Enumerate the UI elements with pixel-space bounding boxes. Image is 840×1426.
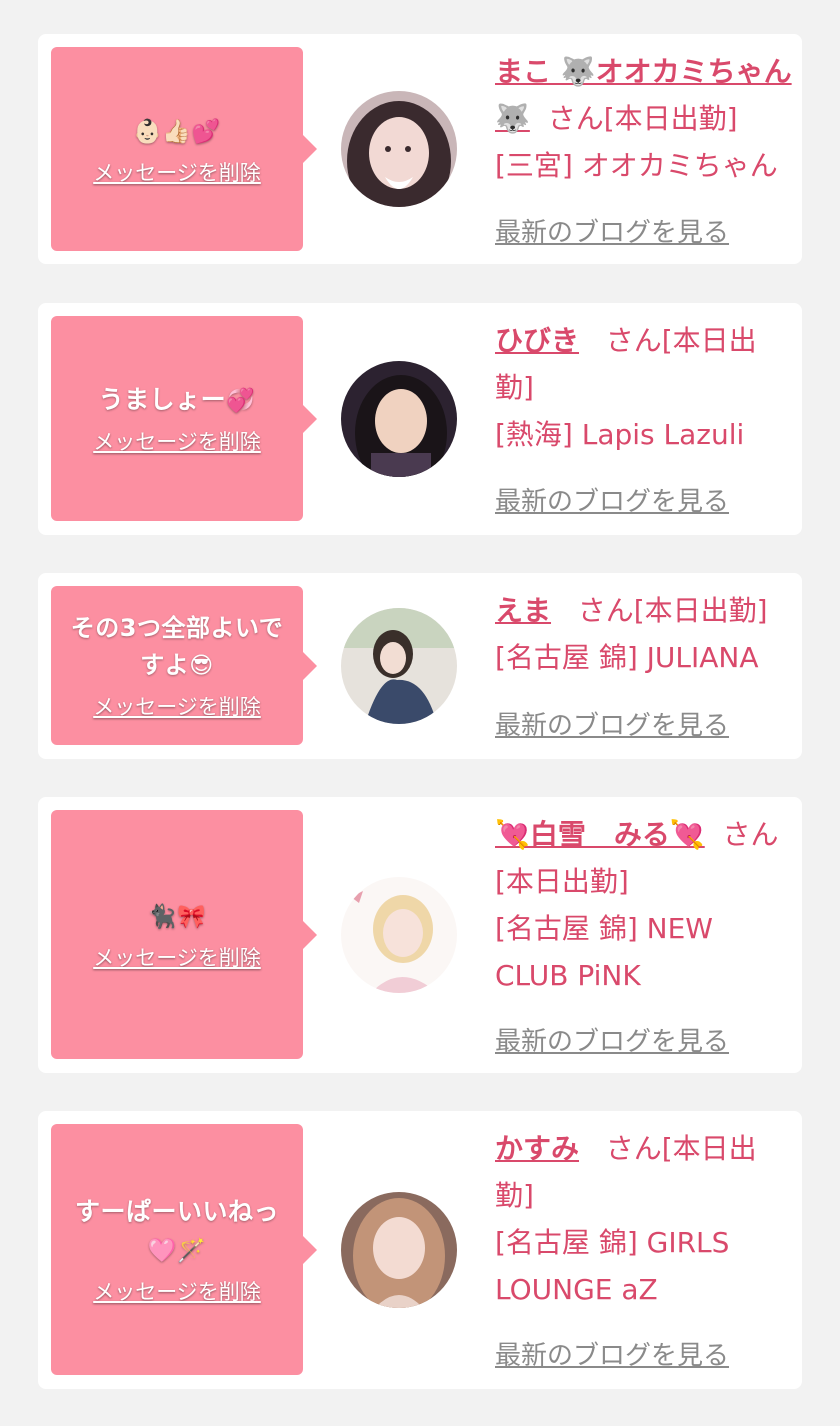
girl-name-link[interactable]: 💘白雪 みる💘 bbox=[495, 818, 705, 851]
portrait-avatar-icon bbox=[341, 361, 457, 477]
portrait-avatar-icon bbox=[341, 877, 457, 993]
location-text: [三宮] オオカミちゃん bbox=[495, 149, 778, 182]
message-body: うましょー bbox=[98, 385, 227, 414]
location-text: [名古屋 錦] NEW CLUB PiNK bbox=[495, 912, 713, 992]
delete-message-link[interactable]: メッセージを削除 bbox=[93, 942, 261, 972]
delete-message-link[interactable]: メッセージを削除 bbox=[93, 157, 261, 187]
status-suffix: さん[本日出勤] bbox=[547, 102, 738, 135]
message-body: すーぱーいいねっ bbox=[74, 1197, 279, 1226]
message-text: 🐈‍⬛🎀 bbox=[148, 897, 206, 936]
message-card: その3つ全部よいですよ😎 メッセージを削除 えま さん[本日出勤] [名古屋 錦… bbox=[38, 573, 802, 759]
entry-info: えま さん[本日出勤] [名古屋 錦] JULIANA 最新のブログを見る bbox=[495, 587, 795, 741]
avatar[interactable] bbox=[341, 877, 457, 993]
delete-message-link[interactable]: メッセージを削除 bbox=[93, 426, 261, 456]
message-card: うましょー💞 メッセージを削除 ひびき さん[本日出勤] [熱海] Lapis … bbox=[38, 303, 802, 535]
message-bubble: うましょー💞 メッセージを削除 bbox=[51, 316, 317, 521]
message-bubble: 🐈‍⬛🎀 メッセージを削除 bbox=[51, 810, 317, 1059]
message-emojis: 🐈‍⬛🎀 bbox=[147, 904, 207, 930]
portrait-avatar-icon bbox=[341, 1192, 457, 1308]
latest-blog-link[interactable]: 最新のブログを見る bbox=[495, 1333, 729, 1380]
message-card: 👶🏻👍🏻💕 メッセージを削除 まこ 🐺オオカミちゃん🐺 さん[本日出勤] [三宮… bbox=[38, 34, 802, 264]
message-bubble: すーぱーいいねっ 🩷🪄 メッセージを削除 bbox=[51, 1124, 317, 1375]
portrait-avatar-icon bbox=[341, 608, 457, 724]
message-text: うましょー💞 bbox=[99, 381, 256, 420]
message-bubble: 👶🏻👍🏻💕 メッセージを削除 bbox=[51, 47, 317, 251]
entry-info: ひびき さん[本日出勤] [熱海] Lapis Lazuli 最新のブログを見る bbox=[495, 317, 795, 517]
message-body: その3つ全部よいですよ bbox=[70, 614, 284, 679]
location-text: [名古屋 錦] JULIANA bbox=[495, 641, 759, 674]
message-card: 🐈‍⬛🎀 メッセージを削除 💘白雪 みる💘 さん[本日出勤] [名古屋 錦] N… bbox=[38, 797, 802, 1073]
status-suffix: さん[本日出勤] bbox=[577, 594, 768, 627]
avatar[interactable] bbox=[341, 361, 457, 477]
entry-info: かすみ さん[本日出勤] [名古屋 錦] GIRLS LOUNGE aZ 最新の… bbox=[495, 1125, 795, 1371]
latest-blog-link[interactable]: 最新のブログを見る bbox=[495, 479, 729, 526]
message-text: 👶🏻👍🏻💕 bbox=[133, 112, 220, 151]
delete-message-link[interactable]: メッセージを削除 bbox=[93, 1276, 261, 1306]
latest-blog-link[interactable]: 最新のブログを見る bbox=[495, 703, 729, 750]
message-emojis: 😎 bbox=[189, 653, 214, 679]
message-card: すーぱーいいねっ 🩷🪄 メッセージを削除 かすみ さん[本日出勤] [名古屋 錦]… bbox=[38, 1111, 802, 1389]
message-text: すーぱーいいねっ 🩷🪄 bbox=[75, 1193, 279, 1270]
message-emojis: 💞 bbox=[226, 388, 256, 414]
avatar[interactable] bbox=[341, 91, 457, 207]
latest-blog-link[interactable]: 最新のブログを見る bbox=[495, 1019, 729, 1066]
girl-name-link[interactable]: ひびき bbox=[495, 324, 579, 357]
entry-info: まこ 🐺オオカミちゃん🐺 さん[本日出勤] [三宮] オオカミちゃん 最新のブロ… bbox=[495, 48, 795, 248]
message-emojis: 🩷🪄 bbox=[147, 1238, 207, 1264]
message-bubble: その3つ全部よいですよ😎 メッセージを削除 bbox=[51, 586, 317, 745]
message-emojis: 👶🏻👍🏻💕 bbox=[133, 118, 221, 145]
location-text: [熱海] Lapis Lazuli bbox=[495, 418, 745, 451]
avatar[interactable] bbox=[341, 608, 457, 724]
girl-name-link[interactable]: かすみ bbox=[495, 1132, 579, 1165]
delete-message-link[interactable]: メッセージを削除 bbox=[93, 691, 261, 721]
location-text: [名古屋 錦] GIRLS LOUNGE aZ bbox=[495, 1226, 730, 1306]
entry-info: 💘白雪 みる💘 さん[本日出勤] [名古屋 錦] NEW CLUB PiNK 最… bbox=[495, 811, 795, 1057]
latest-blog-link[interactable]: 最新のブログを見る bbox=[495, 210, 729, 257]
avatar[interactable] bbox=[341, 1192, 457, 1308]
girl-name-link[interactable]: えま bbox=[495, 594, 551, 627]
portrait-avatar-icon bbox=[341, 91, 457, 207]
message-text: その3つ全部よいですよ😎 bbox=[59, 610, 295, 685]
